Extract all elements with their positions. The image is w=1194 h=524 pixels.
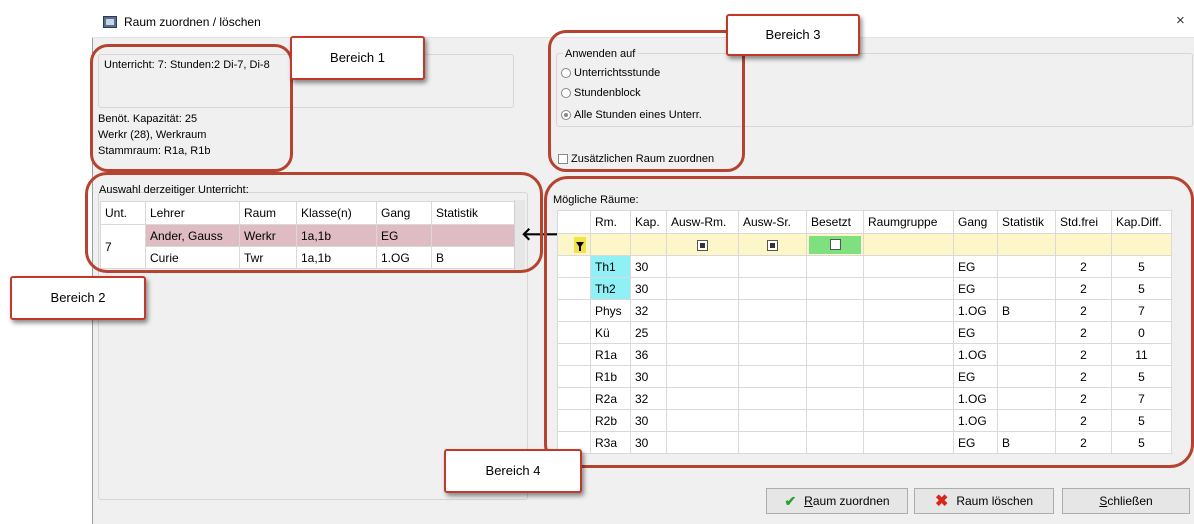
highlight-ring-bereich-1	[90, 44, 293, 172]
close-icon[interactable]: ×	[1176, 12, 1185, 29]
callout-bereich-3: Bereich 3	[726, 14, 860, 56]
callout-bereich-2: Bereich 2	[10, 276, 146, 320]
assign-room-button[interactable]: ✔ Raum zuordnen	[766, 488, 908, 514]
callout-bereich-4: Bereich 4	[444, 449, 582, 493]
highlight-ring-bereich-2	[85, 172, 543, 273]
delete-x-icon: ✖	[934, 493, 949, 510]
delete-room-label: Raum löschen	[956, 494, 1034, 508]
delete-room-button[interactable]: ✖ Raum löschen	[914, 488, 1054, 514]
window-title: Raum zuordnen / löschen	[124, 15, 261, 29]
callout-bereich-1: Bereich 1	[290, 36, 425, 80]
highlight-ring-bereich-3	[548, 30, 745, 172]
close-button[interactable]: Schließen	[1062, 488, 1190, 514]
check-icon: ✔	[784, 492, 797, 509]
app-window-icon	[103, 16, 117, 28]
assign-room-label: Raum zuordnen	[804, 494, 890, 508]
highlight-ring-bereich-4	[544, 176, 1194, 468]
close-label: Schließen	[1099, 494, 1153, 508]
